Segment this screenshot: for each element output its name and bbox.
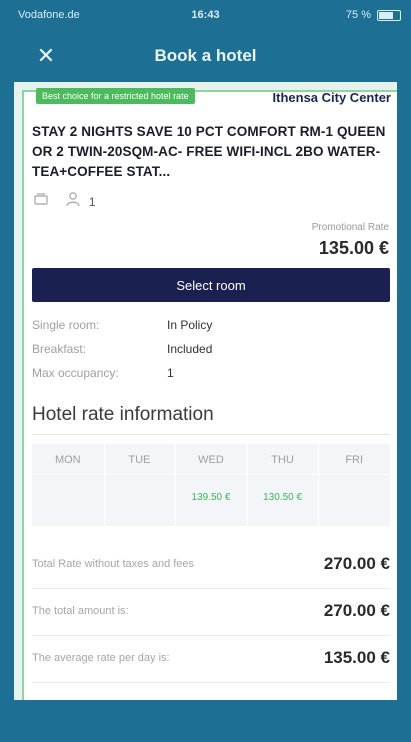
detail-key: Breakfast: xyxy=(32,342,87,356)
battery-icon xyxy=(377,10,401,21)
totals-list: Total Rate without taxes and fees 270.00… xyxy=(32,542,390,683)
rate-type-label: Promotional Rate xyxy=(311,222,389,233)
day-name: WED xyxy=(198,454,224,466)
detail-row: Breakfast: Included xyxy=(32,342,390,366)
total-row: The total amount is: 270.00 € xyxy=(32,589,390,636)
day-column: TUE xyxy=(104,444,176,526)
best-choice-badge: Best choice for a restricted hotel rate xyxy=(36,88,195,104)
total-value: 270.00 € xyxy=(323,554,390,573)
divider xyxy=(32,434,390,435)
detail-key: Max occupancy: xyxy=(32,366,119,380)
day-name: FRI xyxy=(345,454,364,466)
select-room-button[interactable]: Select room xyxy=(32,268,390,302)
hotel-name: Ithensa City Center xyxy=(272,90,391,105)
day-name: THU xyxy=(271,454,294,466)
total-label: The average rate per day is: xyxy=(32,652,170,664)
total-label: The total amount is: xyxy=(32,605,129,617)
total-value: 270.00 € xyxy=(323,601,390,620)
room-offer-card: Ithensa City Center Best choice for a re… xyxy=(22,88,397,700)
person-icon xyxy=(64,190,82,213)
day-column: WED 139.50 € xyxy=(175,444,247,526)
detail-row: Single room: In Policy xyxy=(32,318,390,342)
nav-bar: ✕ Book a hotel xyxy=(0,30,411,82)
day-name: MON xyxy=(54,454,81,466)
room-details: Single room: In Policy Breakfast: Includ… xyxy=(32,318,390,390)
section-title: Hotel rate information xyxy=(32,404,214,425)
total-row: Total Rate without taxes and fees 270.00… xyxy=(32,542,390,589)
page-title: Book a hotel xyxy=(154,46,257,65)
detail-key: Single room: xyxy=(32,318,100,332)
detail-value: In Policy xyxy=(167,318,213,332)
status-bar: Vodafone.de 16:43 75 % xyxy=(0,0,411,30)
day-amount: 130.50 € xyxy=(263,492,303,503)
day-column: FRI xyxy=(318,444,390,526)
total-value: 135.00 € xyxy=(323,648,390,667)
day-amount: 139.50 € xyxy=(191,492,231,503)
day-column: MON xyxy=(32,444,104,526)
battery-percent: 75 % xyxy=(345,9,371,21)
offer-sheet: Ithensa City Center Best choice for a re… xyxy=(14,82,397,700)
detail-value: Included xyxy=(167,342,213,356)
amenity-row: 1 xyxy=(32,190,96,210)
rate-price: 135.00 € xyxy=(318,238,389,258)
occupancy-count: 1 xyxy=(88,194,96,209)
detail-value: 1 xyxy=(167,366,174,380)
room-title: STAY 2 NIGHTS SAVE 10 PCT COMFORT RM-1 Q… xyxy=(32,124,386,179)
day-name: TUE xyxy=(128,454,151,466)
total-row: The average rate per day is: 135.00 € xyxy=(32,636,390,683)
daily-rate-table: MON TUE WED 139.50 € THU 130.50 € FRI xyxy=(32,444,390,526)
detail-row: Max occupancy: 1 xyxy=(32,366,390,390)
day-column: THU 130.50 € xyxy=(247,444,319,526)
breakfast-icon xyxy=(32,190,50,213)
total-label: Total Rate without taxes and fees xyxy=(32,558,195,570)
